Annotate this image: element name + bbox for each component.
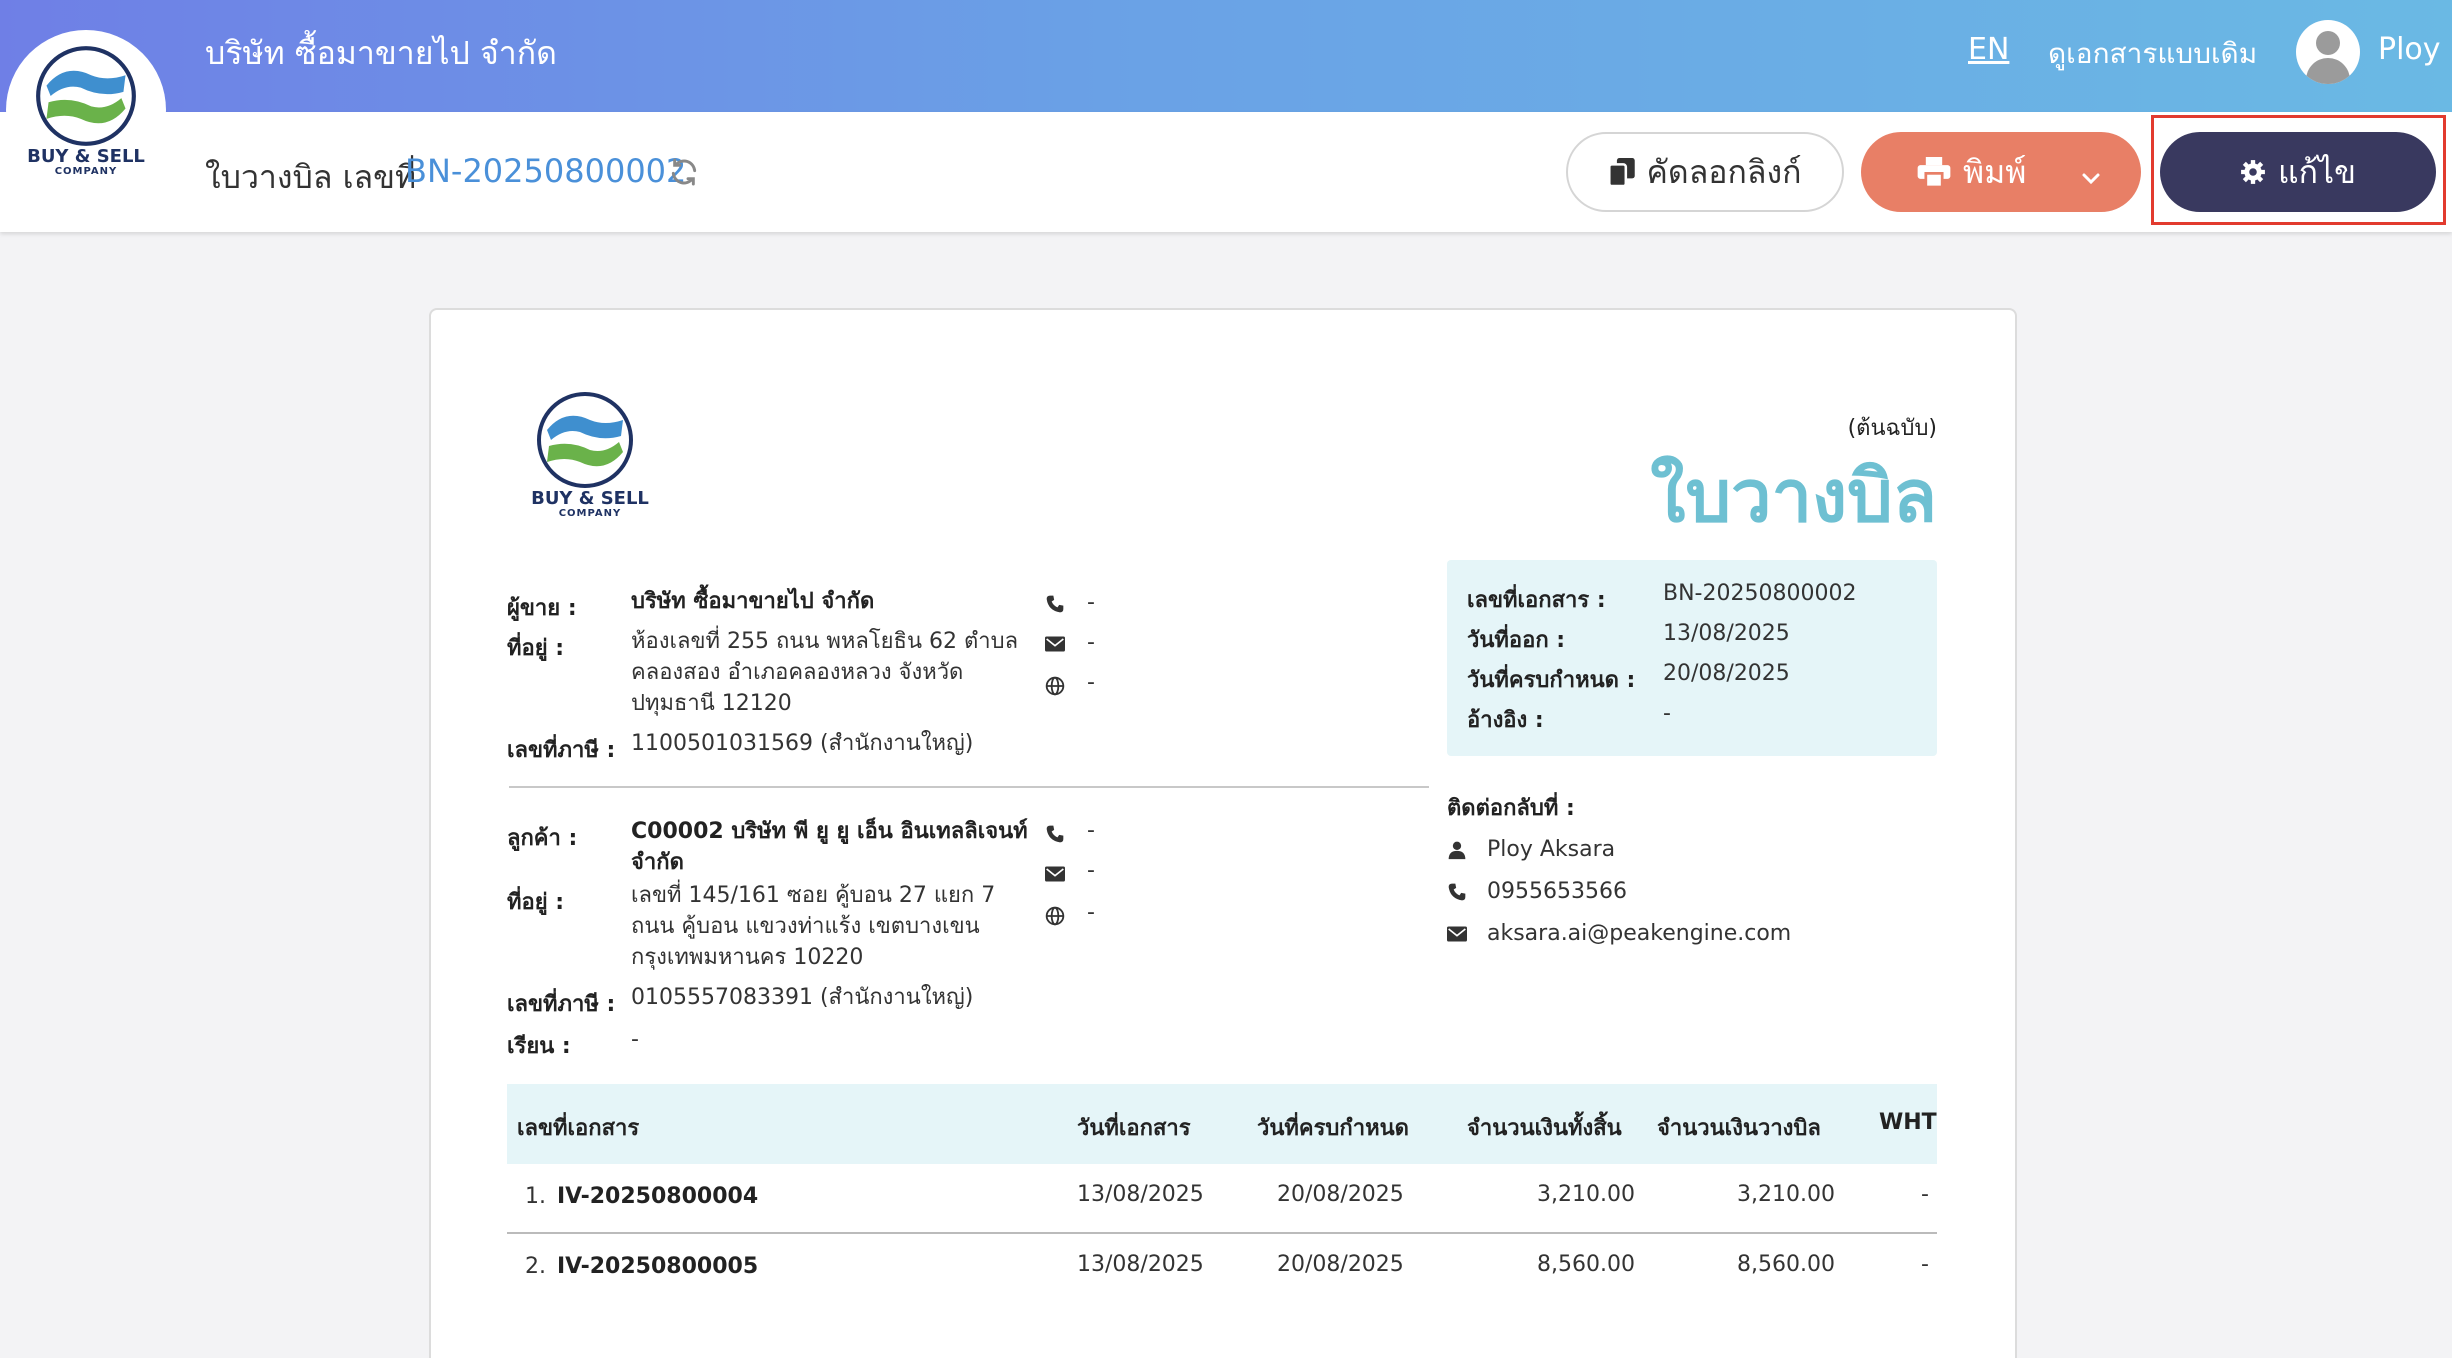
seller-tax-id: 1100501031569 (สำนักงานใหญ่) bbox=[631, 731, 974, 756]
doc-no-value: BN-20250800002 bbox=[1663, 581, 1857, 606]
seller-address-line2: คลองสอง อำเภอคลองหลวง จังหวัด bbox=[631, 660, 964, 685]
refresh-icon[interactable] bbox=[668, 156, 700, 188]
document-number: BN-20250800002 bbox=[405, 152, 687, 190]
section-divider bbox=[509, 786, 1429, 788]
issue-date-value: 13/08/2025 bbox=[1663, 621, 1790, 646]
reference-label: อ้างอิง : bbox=[1467, 708, 1544, 733]
reference-value: - bbox=[1663, 701, 1671, 726]
column-header: วันที่ครบกำหนด bbox=[1257, 1116, 1409, 1141]
attention-value: - bbox=[631, 1027, 639, 1052]
customer-name-line1: C00002 บริษัท พี ยู ยู เอ็น อินเทลลิเจนท… bbox=[631, 819, 1028, 844]
company-logo[interactable]: BUY & SELL COMPANY bbox=[6, 30, 166, 190]
edit-button-highlight bbox=[2151, 115, 2446, 225]
language-switch-link[interactable]: EN bbox=[1968, 32, 2009, 67]
document-type-label: ใบวางบิล เลขที่ bbox=[205, 158, 417, 196]
envelope-icon bbox=[1447, 926, 1469, 948]
customer-tax-id: 0105557083391 (สำนักงานใหญ่) bbox=[631, 985, 974, 1010]
document-logo-icon bbox=[537, 392, 633, 488]
seller-label: ผู้ขาย : bbox=[507, 596, 577, 621]
phone-icon bbox=[1045, 594, 1067, 616]
due-date-value: 20/08/2025 bbox=[1663, 661, 1790, 686]
column-header: WHT bbox=[1879, 1110, 1937, 1135]
seller-name: บริษัท ซื้อมาขายไป จำกัด bbox=[631, 589, 875, 614]
globe-icon bbox=[1045, 906, 1067, 928]
customer-address-label: ที่อยู่ : bbox=[507, 890, 565, 915]
contact-name: Ploy Aksara bbox=[1487, 837, 1616, 862]
company-name: บริษัท ซื้อมาขายไป จำกัด bbox=[205, 34, 557, 72]
row-divider bbox=[507, 1232, 1937, 1234]
column-header: จำนวนเงินทั้งสิ้น bbox=[1467, 1116, 1622, 1141]
handshake-logo-icon bbox=[36, 46, 136, 146]
column-header: วันที่เอกสาร bbox=[1077, 1116, 1191, 1141]
person-icon bbox=[1447, 840, 1469, 862]
phone-icon bbox=[1447, 882, 1469, 904]
seller-address-line3: ปทุมธานี 12120 bbox=[631, 691, 792, 716]
contact-phone: 0955653566 bbox=[1487, 879, 1627, 904]
user-icon bbox=[2316, 31, 2340, 55]
customer-address-line3: กรุงเทพมหานคร 10220 bbox=[631, 945, 864, 970]
contact-label: ติดต่อกลับที่ : bbox=[1447, 796, 1575, 821]
seller-tax-label: เลขที่ภาษี : bbox=[507, 738, 616, 763]
phone-icon bbox=[1045, 824, 1067, 846]
billing-document: BUY & SELL COMPANY (ต้นฉบับ) ใบวางบิล ผู… bbox=[429, 308, 2017, 1358]
customer-address-line1: เลขที่ 145/161 ซอย คู้บอน 27 แยก 7 bbox=[631, 883, 996, 908]
document-toolbar: ใบวางบิล เลขที่ BN-20250800002 คัดลอกลิง… bbox=[0, 112, 2452, 232]
invoice-number: IV-20250800005 bbox=[557, 1254, 759, 1279]
table-header: เลขที่เอกสาร วันที่เอกสาร วันที่ครบกำหนด… bbox=[507, 1084, 1937, 1164]
document-title: ใบวางบิล bbox=[1650, 454, 1937, 538]
due-date-label: วันที่ครบกำหนด : bbox=[1467, 668, 1636, 693]
customer-name-line2: จำกัด bbox=[631, 850, 684, 875]
customer-label: ลูกค้า : bbox=[507, 826, 578, 851]
document-info-box: เลขที่เอกสาร : BN-20250800002 วันที่ออก … bbox=[1447, 560, 1937, 756]
seller-address-line1: ห้องเลขที่ 255 ถนน พหลโยธิน 62 ตำบล bbox=[631, 629, 1019, 654]
top-header: บริษัท ซื้อมาขายไป จำกัด EN ดูเอกสารแบบเ… bbox=[0, 0, 2452, 112]
contact-email: aksara.ai@peakengine.com bbox=[1487, 921, 1792, 946]
envelope-icon bbox=[1045, 866, 1067, 888]
user-avatar[interactable] bbox=[2296, 20, 2360, 84]
legacy-view-link[interactable]: ดูเอกสารแบบเดิม bbox=[2048, 32, 2257, 76]
copy-icon bbox=[1608, 158, 1635, 186]
issue-date-label: วันที่ออก : bbox=[1467, 628, 1566, 653]
globe-icon bbox=[1045, 676, 1067, 698]
user-name[interactable]: Ploy bbox=[2378, 32, 2441, 67]
doc-no-label: เลขที่เอกสาร : bbox=[1467, 588, 1606, 613]
copy-link-button[interactable]: คัดลอกลิงก์ bbox=[1566, 132, 1844, 212]
printer-icon bbox=[1917, 157, 1951, 187]
customer-tax-label: เลขที่ภาษี : bbox=[507, 992, 616, 1017]
column-header: จำนวนเงินวางบิล bbox=[1657, 1116, 1821, 1141]
invoice-number: IV-20250800004 bbox=[557, 1184, 759, 1209]
attention-label: เรียน : bbox=[507, 1034, 571, 1059]
chevron-down-icon[interactable] bbox=[2079, 160, 2103, 198]
envelope-icon bbox=[1045, 636, 1067, 658]
seller-address-label: ที่อยู่ : bbox=[507, 636, 565, 661]
customer-address-line2: ถนน คู้บอน แขวงท่าแร้ง เขตบางเขน bbox=[631, 914, 980, 939]
column-header: เลขที่เอกสาร bbox=[517, 1116, 640, 1141]
print-button[interactable]: พิมพ์ bbox=[1861, 132, 2141, 212]
